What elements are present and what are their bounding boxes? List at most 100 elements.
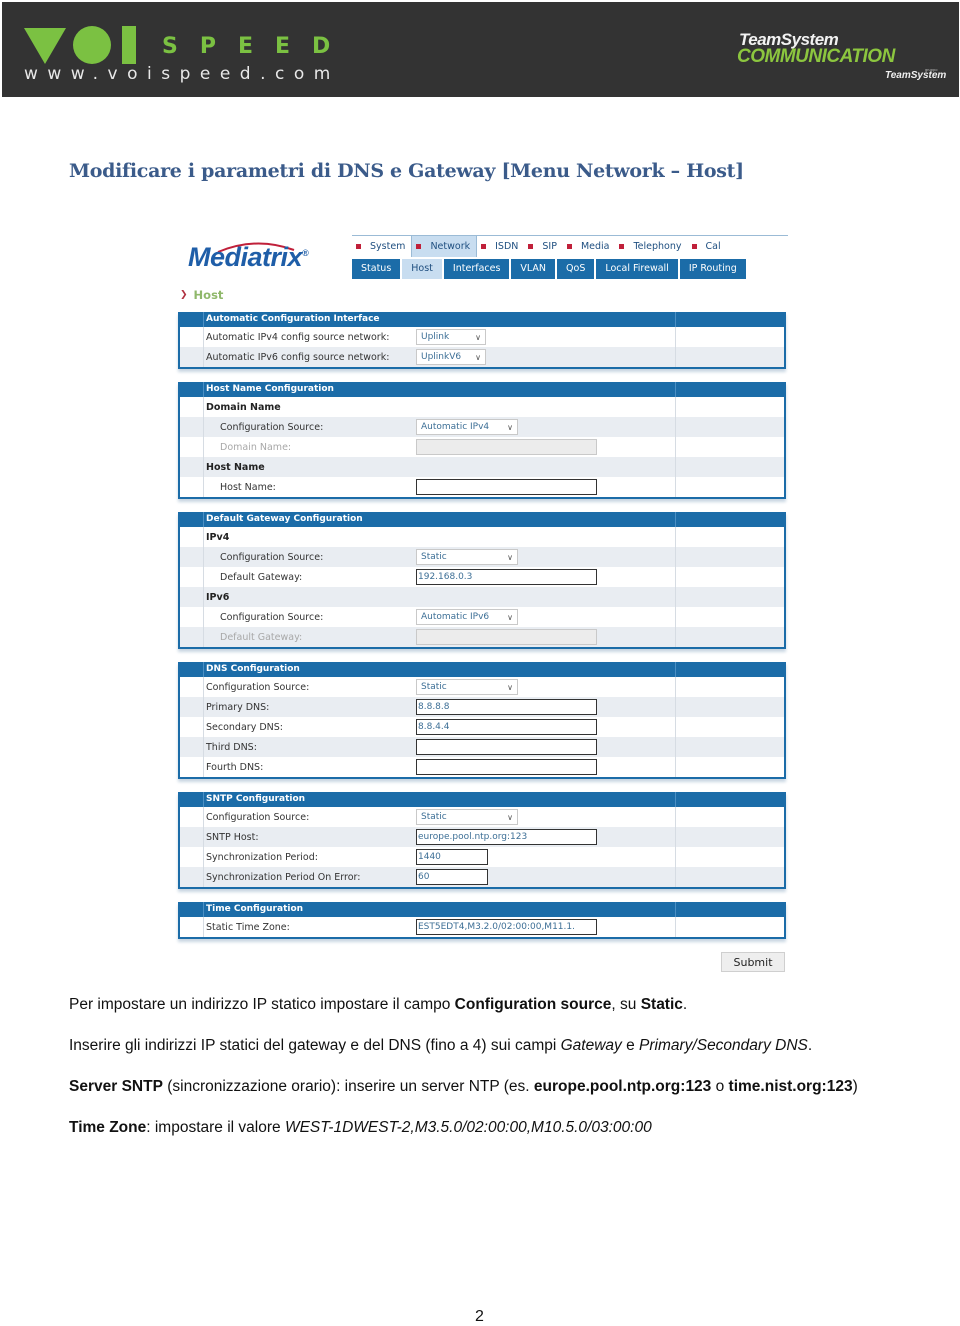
field-label: Configuration Source: <box>220 421 324 433</box>
tab-interfaces[interactable]: Interfaces <box>443 259 510 279</box>
domain-name-input[interactable] <box>416 439 597 455</box>
field-label: Synchronization Period: <box>206 851 318 863</box>
chevron-down-icon: ∨ <box>507 552 513 562</box>
field-label: Third DNS: <box>206 741 257 753</box>
field-label: Primary DNS: <box>206 701 270 713</box>
panel-title: Automatic Configuration Interface <box>204 312 676 327</box>
bold-text: Static <box>640 996 683 1013</box>
dns-config-source-select[interactable]: Static ∨ <box>416 679 518 695</box>
field-label: Configuration Source: <box>206 681 310 693</box>
select-value: Static <box>421 552 447 562</box>
text-run: (sincronizzazione orario): inserire un s… <box>162 1078 534 1095</box>
ipv6-config-source-select[interactable]: Automatic IPv6 ∨ <box>416 609 518 625</box>
text-run: o <box>711 1078 729 1095</box>
field-label: Configuration Source: <box>220 611 324 623</box>
submit-button[interactable]: Submit <box>721 952 785 972</box>
panel-sntp: SNTP Configuration Configuration Source:… <box>178 792 786 889</box>
nav-label: ISDN <box>495 241 519 252</box>
select-value: UplinkV6 <box>421 352 462 362</box>
chevron-down-icon: ∨ <box>507 812 513 822</box>
chevron-down-icon: ∨ <box>507 682 513 692</box>
text-run: ) <box>852 1078 858 1095</box>
tab-status[interactable]: Status <box>352 259 401 279</box>
field-label: Default Gateway: <box>220 571 303 583</box>
tab-ip-routing[interactable]: IP Routing <box>679 259 746 279</box>
ipv4-default-gateway-input[interactable]: 192.168.0.3 <box>416 569 597 585</box>
voi-logo-mark-icon <box>24 26 136 64</box>
bullet-icon <box>481 244 487 249</box>
nav-item-sip[interactable]: SIP <box>524 236 563 257</box>
mediatrix-logo-text: Mediatrix <box>188 242 303 272</box>
select-value: Automatic IPv4 <box>421 422 490 432</box>
field-label: Secondary DNS: <box>206 721 283 733</box>
text-run: . <box>682 996 688 1013</box>
panel-title: SNTP Configuration <box>204 792 676 807</box>
tab-host[interactable]: Host <box>402 259 442 279</box>
select-value: Uplink <box>421 332 450 342</box>
field-label: Configuration Source: <box>220 551 324 563</box>
secondary-dns-input[interactable]: 8.8.4.4 <box>416 719 597 735</box>
field-label: Static Time Zone: <box>206 921 290 933</box>
page-number: 2 <box>475 1308 484 1325</box>
field-label: Synchronization Period On Error: <box>206 871 361 883</box>
select-value: Automatic IPv6 <box>421 612 490 622</box>
tab-local-firewall[interactable]: Local Firewall <box>596 259 678 279</box>
bullet-icon <box>356 244 361 249</box>
text-run: e <box>621 1037 640 1054</box>
nav-label: SIP <box>542 241 557 252</box>
ipv4-config-source-select[interactable]: Static ∨ <box>416 549 518 565</box>
ipv6-source-network-select[interactable]: UplinkV6 ∨ <box>416 349 486 365</box>
nav-label: System <box>370 241 406 252</box>
nav-label: Telephony <box>633 241 682 252</box>
sync-period-input[interactable]: 1440 <box>416 849 488 865</box>
ipv4-source-network-select[interactable]: Uplink ∨ <box>416 329 486 345</box>
text-run: . <box>807 1037 813 1054</box>
chevron-down-icon: ∨ <box>475 352 481 362</box>
voispeed-url: www.voispeed.com <box>24 64 340 84</box>
italic-text: WEST-1DWEST-2,M3.5.0/02:00:00,M10.5.0/03… <box>284 1119 652 1136</box>
field-label: Automatic IPv4 config source network: <box>206 331 390 343</box>
paragraph-sntp: Server SNTP (sincronizzazione orario): i… <box>69 1078 858 1096</box>
nav-item-system[interactable]: System <box>352 236 411 257</box>
tab-qos[interactable]: QoS <box>557 259 595 279</box>
select-value: Static <box>421 812 447 822</box>
ipv6-default-gateway-input[interactable] <box>416 629 597 645</box>
sync-period-error-input[interactable]: 60 <box>416 869 488 885</box>
sntp-config-source-select[interactable]: Static ∨ <box>416 809 518 825</box>
primary-dns-input[interactable]: 8.8.8.8 <box>416 699 597 715</box>
static-time-zone-input[interactable]: EST5EDT4,M3.2.0/02:00:00,M11.1. <box>416 919 597 935</box>
panel-default-gateway: Default Gateway Configuration IPv4 Confi… <box>178 512 786 649</box>
tab-vlan[interactable]: VLAN <box>511 259 556 279</box>
panel-dns: DNS Configuration Configuration Source: … <box>178 662 786 779</box>
bullet-icon <box>619 244 625 249</box>
nav-item-call[interactable]: Cal <box>688 236 727 257</box>
domain-config-source-select[interactable]: Automatic IPv4 ∨ <box>416 419 518 435</box>
sntp-host-input[interactable]: europe.pool.ntp.org:123 <box>416 829 597 845</box>
panel-auto-config: Automatic Configuration Interface Automa… <box>178 312 786 369</box>
bold-text: time.nist.org:123 <box>728 1078 853 1095</box>
fourth-dns-input[interactable] <box>416 759 597 775</box>
field-label: Fourth DNS: <box>206 761 264 773</box>
teamsystem-communication-logo: TeamSystem COMMUNICATION gruppo TeamSyst… <box>737 30 952 90</box>
document-title: Modificare i parametri di DNS e Gateway … <box>69 160 744 182</box>
field-label: Host Name: <box>220 481 276 493</box>
communication-wordmark: COMMUNICATION <box>737 46 895 67</box>
third-dns-input[interactable] <box>416 739 597 755</box>
bullet-icon <box>691 244 697 249</box>
nav-item-isdn[interactable]: ISDN <box>477 236 524 257</box>
field-label: Default Gateway: <box>220 631 303 643</box>
main-nav: System Network ISDN SIP Media Telephony … <box>352 235 788 257</box>
panel-host-name: Host Name Configuration Domain Name Conf… <box>178 382 786 499</box>
bold-text: Configuration source <box>454 996 612 1013</box>
nav-item-telephony[interactable]: Telephony <box>615 236 687 257</box>
bold-text: Time Zone <box>69 1119 147 1136</box>
nav-item-network[interactable]: Network <box>411 236 478 257</box>
chevron-down-icon: ∨ <box>507 612 513 622</box>
voispeed-wordmark: SPEED <box>162 34 353 59</box>
bullet-icon <box>416 244 422 249</box>
registered-mark: ® <box>302 248 309 258</box>
bullet-icon <box>566 244 572 249</box>
panel-title: DNS Configuration <box>204 662 676 677</box>
nav-item-media[interactable]: Media <box>563 236 616 257</box>
host-name-input[interactable] <box>416 479 597 495</box>
